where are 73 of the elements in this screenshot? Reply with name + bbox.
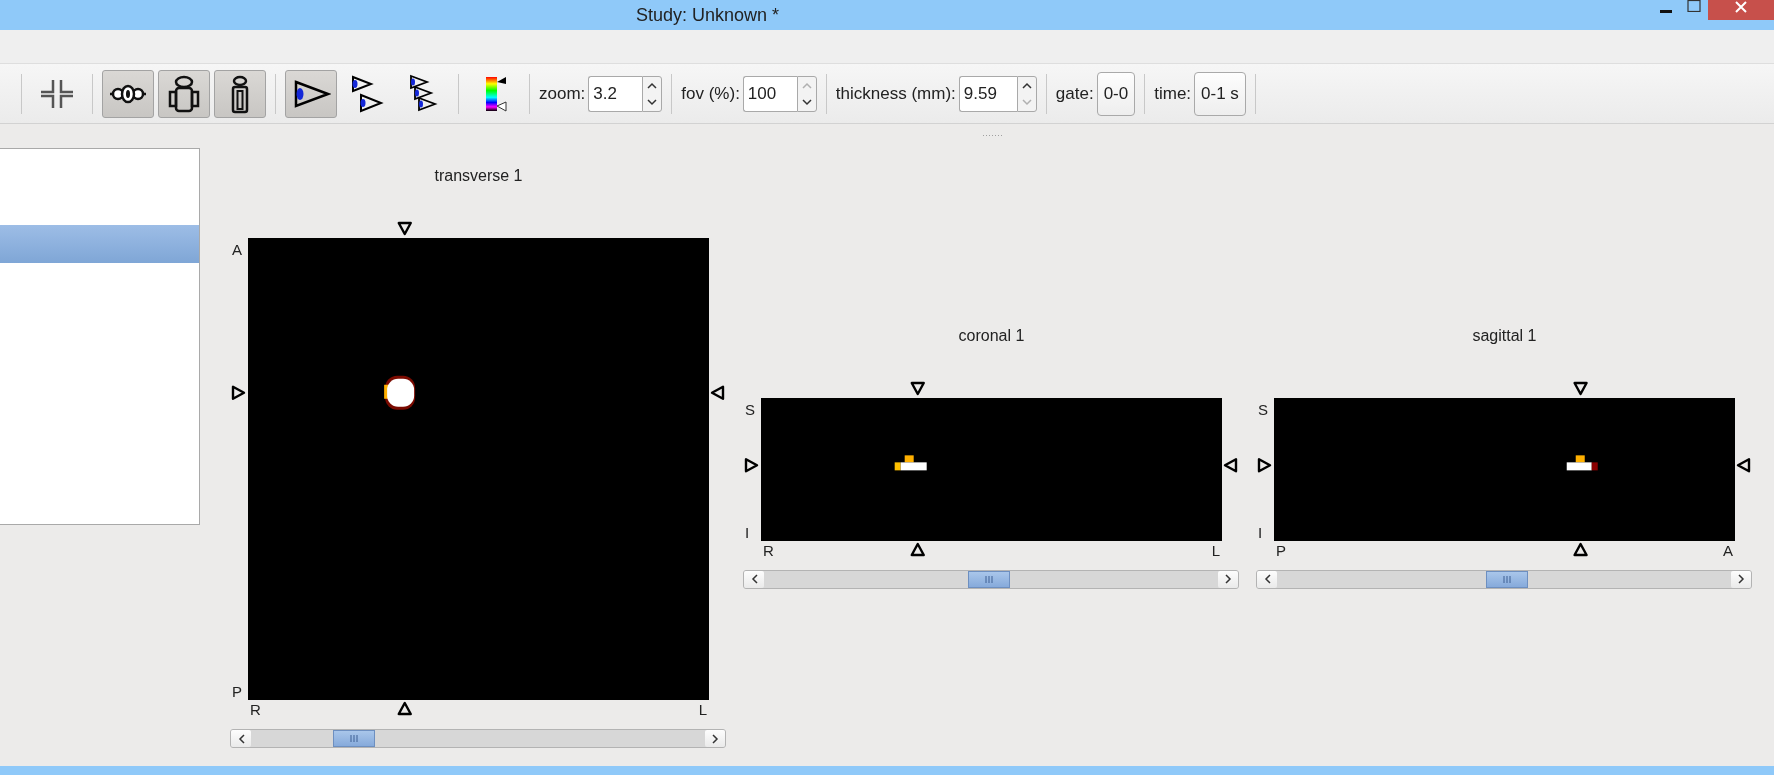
view-title: sagittal 1 (1471, 325, 1538, 346)
view-title: coronal 1 (957, 325, 1026, 346)
view-title: transverse 1 (433, 166, 524, 186)
slice-marker-icon (910, 381, 925, 395)
slice-marker-icon (397, 221, 412, 236)
number-field[interactable]: 100 (742, 75, 797, 112)
chevron-left-icon (237, 733, 245, 744)
hotspot-blob (1566, 454, 1598, 470)
chevron-up-icon (1021, 81, 1032, 89)
orientation-label: R (763, 541, 774, 559)
field-label: thickness (mm): (835, 82, 956, 105)
horizontal-scrollbar[interactable] (1256, 569, 1752, 589)
chevron-down-icon (1021, 98, 1032, 106)
number-field[interactable]: 3.2 (588, 75, 643, 112)
chevron-left-icon (750, 574, 758, 584)
chevron-up-icon (801, 81, 812, 89)
field-label: fov (%): (681, 82, 740, 105)
orientation-label: S (745, 400, 755, 418)
view-toolbar-button[interactable] (285, 69, 337, 118)
range-button[interactable]: 0-0 (1096, 71, 1136, 116)
scroll-left-button[interactable] (744, 570, 764, 588)
slice-marker-icon (710, 385, 725, 400)
view-toolbar-button[interactable] (102, 69, 154, 118)
scroll-left-button[interactable] (1257, 570, 1277, 588)
slice-marker-icon (397, 701, 412, 716)
number-field[interactable]: 9.59 (958, 75, 1017, 112)
slice-marker-icon (231, 385, 246, 400)
slice-marker-icon (1257, 457, 1272, 472)
scroll-left-button[interactable] (231, 730, 251, 747)
close-button[interactable] (1708, 0, 1774, 20)
hotspot-blob (894, 454, 927, 470)
window-title: Study: Unknown * (635, 4, 781, 27)
chevron-left-icon (1263, 574, 1271, 584)
slice-marker-icon (1223, 457, 1238, 472)
chevron-up-icon (647, 81, 658, 89)
slice-marker-icon (1573, 381, 1588, 395)
scroll-thumb[interactable] (332, 730, 375, 747)
view-toolbar-button[interactable] (214, 69, 266, 118)
scroll-right-button[interactable] (705, 730, 725, 747)
slice-marker-icon (1736, 457, 1751, 472)
field-label: time: (1154, 82, 1192, 105)
orientation-label: A (1723, 541, 1733, 559)
view-toolbar-button[interactable] (158, 69, 210, 118)
slice-marker-icon (1573, 542, 1588, 556)
minimize-icon (1660, 10, 1672, 13)
orientation-label: P (232, 683, 242, 700)
field-label: zoom: (539, 82, 586, 105)
orientation-label: I (1258, 523, 1263, 541)
orientation-label: L (698, 701, 707, 718)
scroll-right-button[interactable] (1218, 570, 1238, 588)
close-icon (1734, 0, 1748, 14)
orientation-label: A (232, 241, 242, 258)
chevron-down-icon (647, 98, 658, 106)
scroll-thumb[interactable] (968, 570, 1011, 588)
chevron-down-icon (801, 98, 812, 106)
scroll-thumb[interactable] (1485, 570, 1528, 588)
horizontal-scrollbar[interactable] (230, 729, 726, 748)
field-label: gate: (1055, 82, 1094, 105)
orientation-label: S (1258, 400, 1268, 418)
range-button[interactable]: 0-1 s (1194, 71, 1246, 116)
horizontal-scrollbar[interactable] (743, 569, 1239, 589)
orientation-label: R (250, 701, 261, 718)
slice-marker-icon (744, 457, 759, 472)
orientation-label: L (1211, 541, 1220, 559)
chevron-right-icon (1224, 574, 1232, 584)
scroll-right-button[interactable] (1731, 570, 1751, 588)
splitter-handle[interactable] (982, 134, 1004, 138)
slice-marker-icon (910, 542, 925, 556)
chevron-right-icon (711, 733, 719, 744)
orientation-label: I (745, 523, 750, 541)
orientation-label: P (1276, 541, 1286, 559)
chevron-right-icon (1737, 574, 1745, 584)
maximize-icon (1687, 0, 1701, 12)
